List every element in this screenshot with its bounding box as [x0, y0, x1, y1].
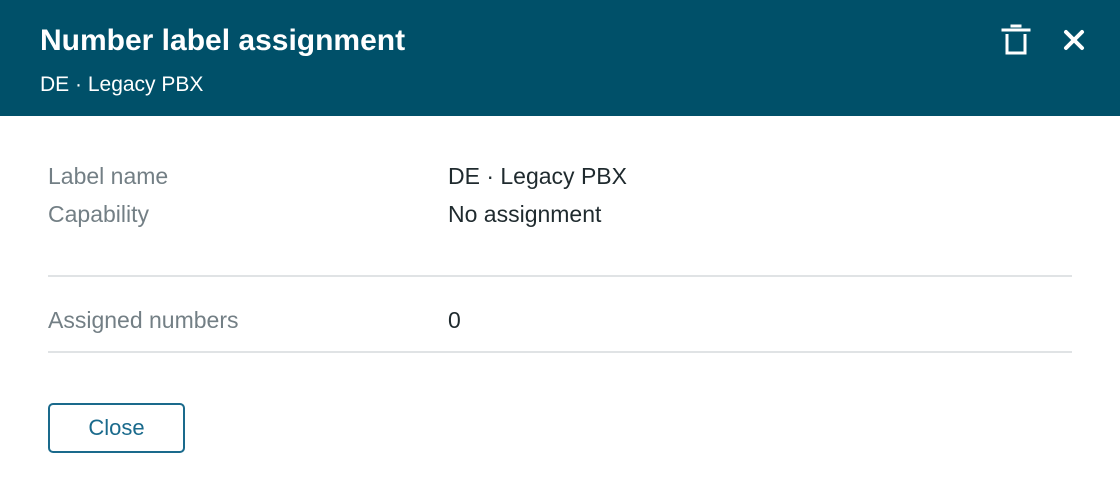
close-button[interactable]: Close: [48, 403, 185, 453]
label-name-row: Label name DE · Legacy PBX: [48, 158, 1072, 194]
assigned-numbers-value: 0: [448, 306, 461, 333]
label-name-label: Label name: [48, 162, 169, 189]
assigned-numbers-row: Assigned numbers 0: [48, 302, 1072, 338]
capability-value: No assignment: [448, 200, 602, 227]
dialog-title: Number label assignment: [40, 24, 406, 57]
divider: [48, 275, 1072, 277]
delete-button[interactable]: [1000, 24, 1032, 56]
close-icon-button[interactable]: [1058, 24, 1090, 56]
assigned-numbers-label: Assigned numbers: [48, 306, 239, 333]
label-name-value: DE · Legacy PBX: [448, 162, 627, 189]
trash-icon: [1001, 24, 1031, 55]
capability-row: Capability No assignment: [48, 196, 1072, 232]
number-label-assignment-dialog: Number label assignment DE · Legacy PBX …: [0, 0, 1120, 504]
capability-label: Capability: [48, 200, 149, 227]
close-icon: [1064, 30, 1084, 50]
dialog-header: Number label assignment DE · Legacy PBX: [0, 0, 1120, 116]
dialog-subtitle: DE · Legacy PBX: [40, 73, 204, 96]
divider: [48, 351, 1072, 353]
header-actions: [1000, 24, 1090, 56]
